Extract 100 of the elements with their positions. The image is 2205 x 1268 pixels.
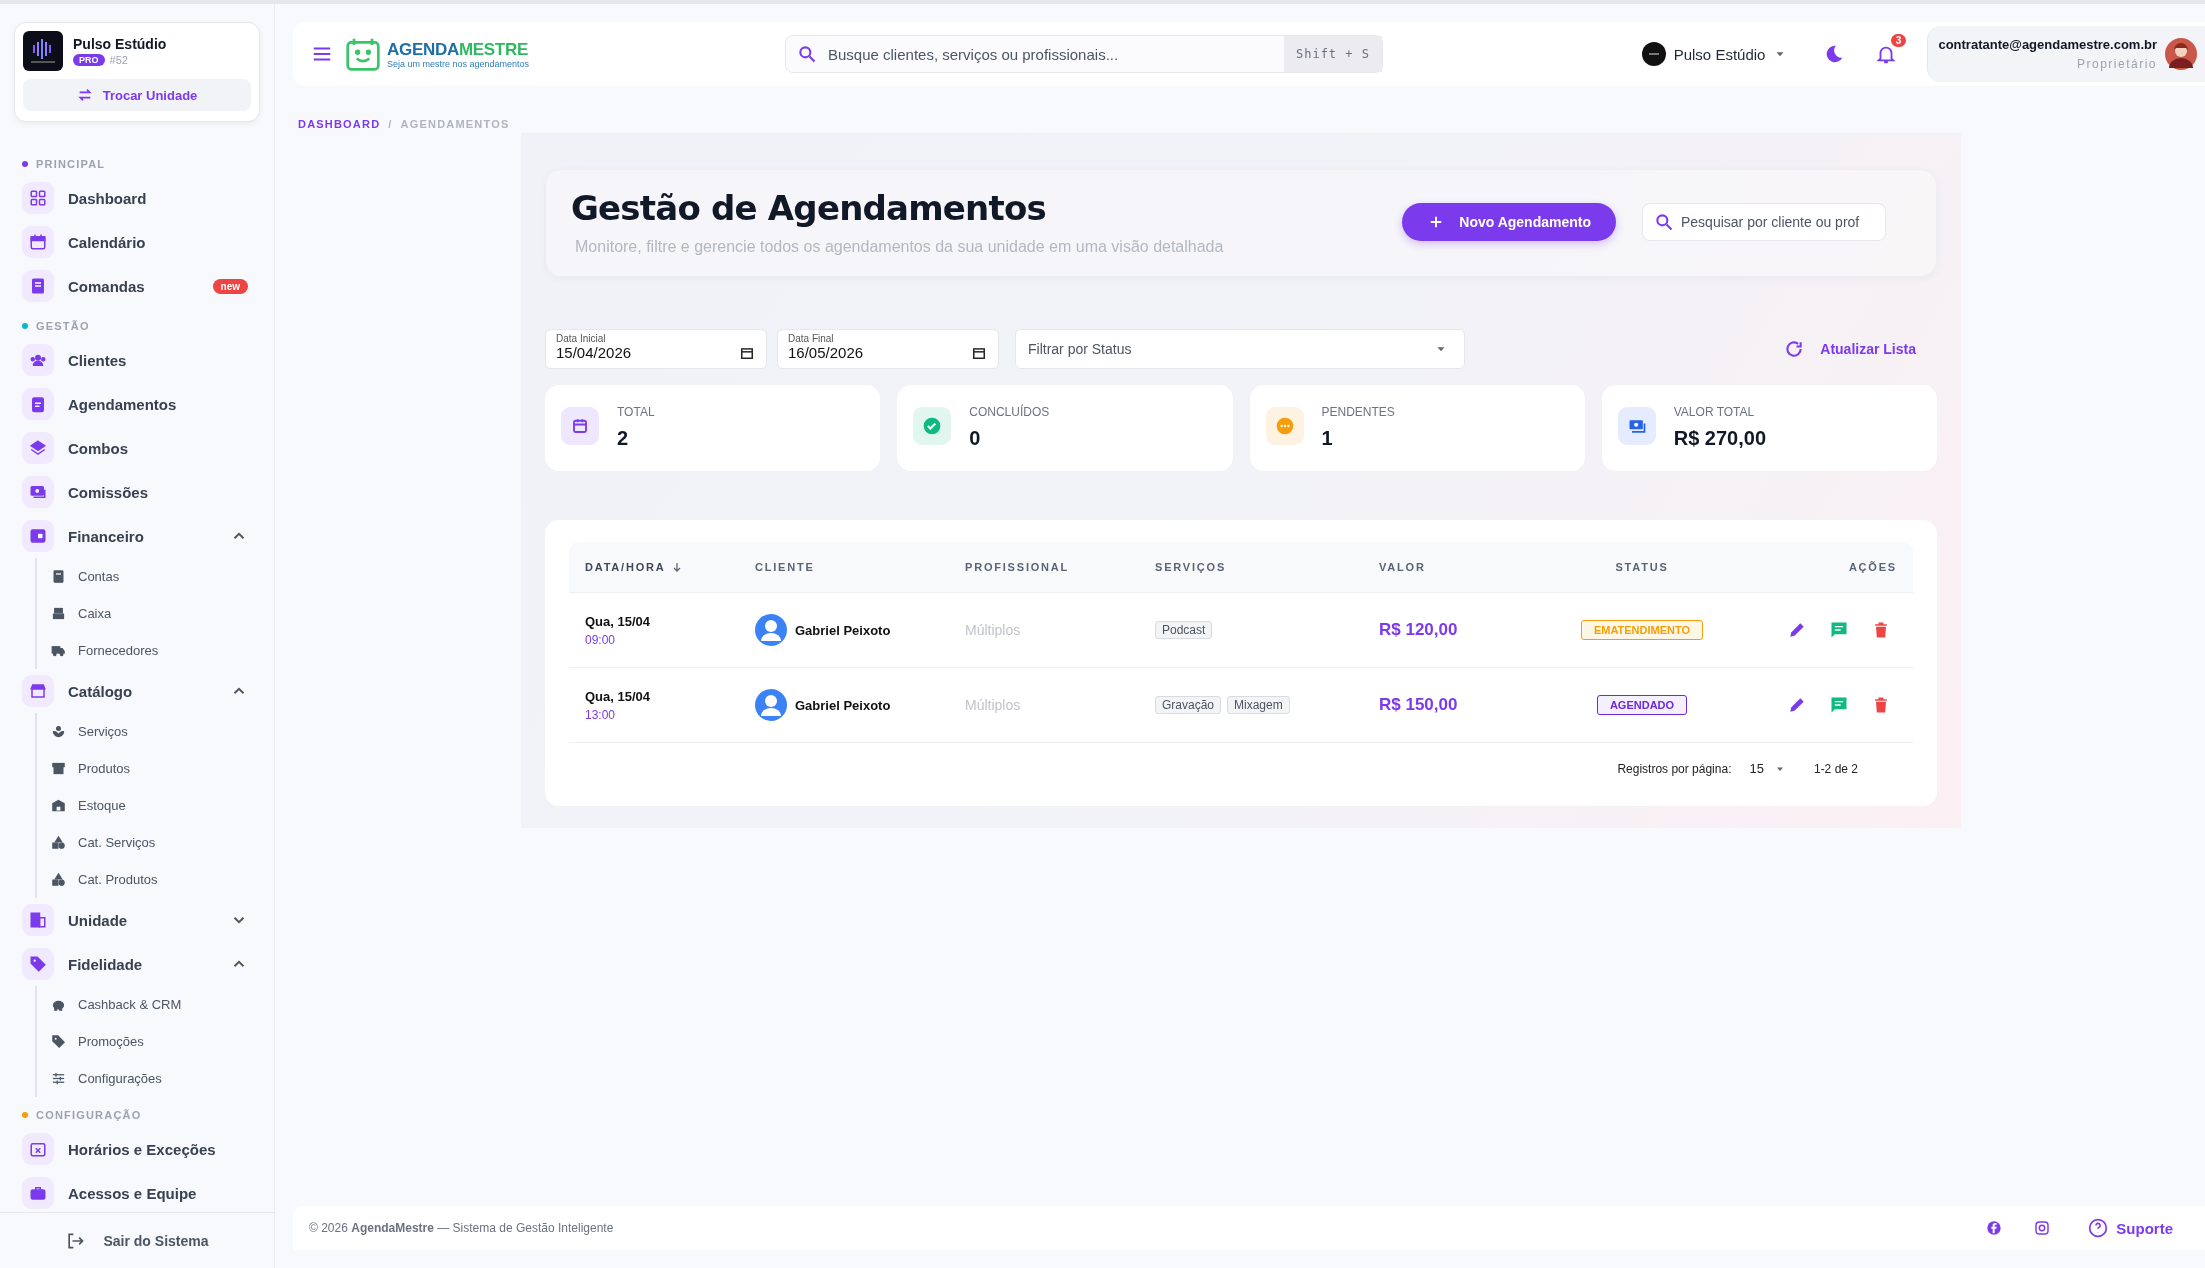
nav-subitem[interactable]: Cat. Produtos — [51, 861, 274, 898]
unit-number: #52 — [109, 54, 128, 66]
stat-label: VALOR TOTAL — [1673, 405, 1756, 419]
archive-icon — [51, 761, 66, 776]
service-tag: Mixagem — [1227, 696, 1290, 714]
user-menu[interactable]: contratante@agendamestre.com.br Proprietário — [1927, 26, 2205, 82]
copyright-text: © 2026 AgendaMestre — Sistema de Gestão Inteligente — [309, 1221, 614, 1235]
calendar-icon[interactable] — [972, 345, 986, 360]
support-link[interactable]: Suporte — [2082, 1217, 2179, 1239]
instagram-icon[interactable] — [2034, 1220, 2051, 1236]
calendar-x-icon — [29, 1140, 47, 1158]
user-role: Proprietário — [2076, 57, 2157, 71]
section-title: GESTÃO — [36, 320, 90, 332]
appointment-time: 13:00 — [585, 707, 617, 722]
rows-per-page-select[interactable]: 15 — [1749, 761, 1786, 776]
date-field[interactable]: Data Inicial 15/04/2026 — [545, 329, 767, 369]
search-field[interactable]: Pesquisar por cliente ou prof — [1642, 203, 1886, 241]
banknote-icon — [29, 483, 47, 501]
user-avatar-icon — [755, 614, 787, 646]
nav-subitem[interactable]: Serviços — [51, 713, 274, 750]
page-range: 1-2 de 2 — [1813, 761, 1858, 776]
search-icon — [1654, 212, 1674, 232]
nav-item[interactable]: Comandas new — [22, 264, 274, 308]
column-header: AÇÕES — [1848, 561, 1897, 573]
date-field[interactable]: Data Final 16/05/2026 — [777, 329, 999, 369]
user-avatar-icon — [755, 689, 787, 721]
brand-tagline: Seja um mestre nos agendamentos — [387, 58, 530, 69]
message-icon[interactable] — [1829, 695, 1849, 715]
stat-value: 0 — [969, 427, 982, 450]
appointment-date: Qua, 15/04 — [585, 613, 652, 629]
stat-label: TOTAL — [617, 405, 655, 419]
stat-label: CONCLUÍDOS — [969, 405, 1050, 419]
unit-selector[interactable]: Pulso Estúdio — [1635, 41, 1794, 67]
column-header: PROFISSIONAL — [965, 561, 1070, 573]
nav-subitem[interactable]: Cat. Serviços — [51, 824, 274, 861]
edit-icon[interactable] — [1787, 695, 1807, 715]
clipboard-icon — [29, 395, 47, 413]
briefcase-icon — [29, 1184, 47, 1202]
logout-button[interactable]: Sair do Sistema — [59, 1229, 215, 1252]
tag-icon — [51, 1034, 66, 1049]
stat-value: R$ 270,00 — [1673, 427, 1767, 450]
status-filter-select[interactable]: Filtrar por Status — [1015, 329, 1465, 369]
brand-name-second: MESTRE — [458, 39, 528, 59]
shapes-icon — [51, 835, 66, 850]
nav-item[interactable]: Calendário — [22, 220, 274, 264]
switch-unit-button[interactable]: Trocar Unidade — [23, 79, 251, 111]
appointment-value: R$ 150,00 — [1379, 695, 1458, 714]
status-badge: EMATENDIMENTO — [1580, 620, 1704, 640]
nav-item[interactable]: Combos — [22, 426, 274, 470]
document-icon — [51, 569, 66, 584]
section-title: PRINCIPAL — [36, 158, 106, 170]
help-icon — [2088, 1218, 2109, 1238]
refresh-button[interactable]: Atualizar Lista — [1778, 338, 1922, 360]
sliders-icon — [51, 1071, 66, 1086]
nav-item[interactable]: Horários e Exceções — [22, 1127, 274, 1171]
nav-item[interactable]: Financeiro — [22, 514, 274, 558]
new-appointment-button[interactable]: Novo Agendamento — [1402, 203, 1616, 241]
calendar-icon — [29, 233, 47, 251]
nav-item[interactable]: Catálogo — [22, 669, 274, 713]
breadcrumb-item[interactable]: DASHBOARD — [298, 118, 381, 130]
column-header[interactable]: DATA/HORA — [585, 561, 666, 573]
nav-subitem[interactable]: Produtos — [51, 750, 274, 787]
calendar-icon[interactable] — [740, 345, 754, 360]
nav-subitem[interactable]: Promoções — [51, 1023, 274, 1060]
edit-icon[interactable] — [1787, 620, 1807, 640]
breadcrumb-separator: / — [388, 118, 393, 130]
nav-item[interactable]: Unidade — [22, 898, 274, 942]
search-icon — [797, 44, 817, 64]
nav-subitem[interactable]: Caixa — [51, 595, 274, 632]
stat-value: 2 — [617, 427, 630, 450]
unit-name: Pulso Estúdio — [73, 36, 167, 52]
facebook-icon[interactable] — [1986, 1220, 2003, 1236]
nav-item[interactable]: Dashboard — [22, 176, 274, 220]
nav-item[interactable]: Comissões — [22, 470, 274, 514]
message-icon[interactable] — [1829, 620, 1849, 640]
service-tag: Gravação — [1155, 696, 1222, 714]
column-header: SERVIÇOS — [1155, 561, 1227, 573]
building-icon — [29, 911, 47, 929]
stat-label: PENDENTES — [1321, 405, 1395, 419]
client-name: Gabriel Peixoto — [795, 697, 891, 713]
notification-badge: 3 — [1890, 34, 1907, 47]
nav-subitem[interactable]: Contas — [51, 558, 274, 595]
nav-item[interactable]: Fidelidade — [22, 942, 274, 986]
grid-icon — [29, 189, 47, 207]
nav-item[interactable]: Acessos e Equipe — [22, 1171, 274, 1212]
nav-subitem[interactable]: Cashback & CRM — [51, 986, 274, 1023]
nav-subitem[interactable]: Configurações — [51, 1060, 274, 1097]
user-email: contratante@agendamestre.com.br — [1938, 37, 2157, 52]
layers-icon — [29, 439, 47, 457]
rows-per-page-label: Registros por página: — [1617, 761, 1732, 776]
nav-subitem[interactable]: Fornecedores — [51, 632, 274, 669]
professional-name: Múltiplos — [965, 697, 1021, 713]
status-badge: AGENDADO — [1596, 695, 1688, 715]
plan-badge: PRO — [73, 54, 105, 66]
page-subtitle: Monitore, filtre e gerencie todos os agendamentos da sua unidade em uma visão detalhada — [575, 238, 1225, 256]
appointment-time: 09:00 — [585, 632, 617, 647]
nav-item[interactable]: Clientes — [22, 338, 274, 382]
nav-item[interactable]: Agendamentos — [22, 382, 274, 426]
nav-subitem[interactable]: Estoque — [51, 787, 274, 824]
truck-icon — [51, 643, 66, 658]
